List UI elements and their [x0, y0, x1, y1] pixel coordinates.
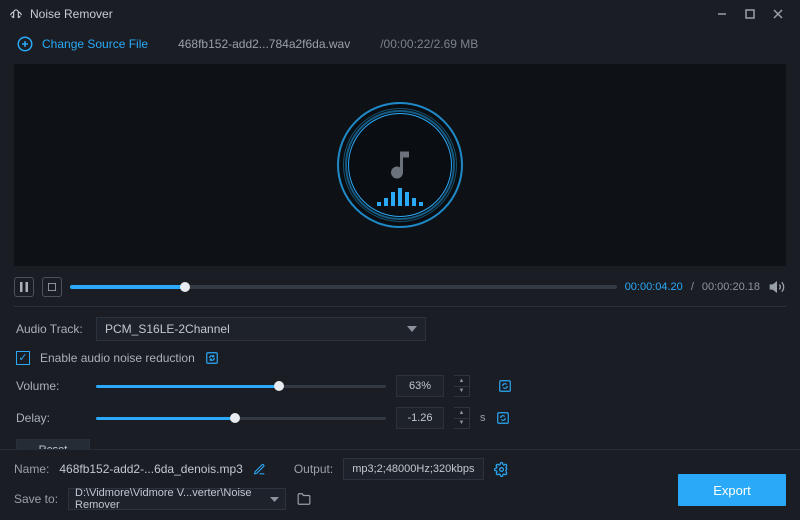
chevron-down-icon: [407, 326, 417, 332]
delay-label: Delay:: [16, 411, 86, 425]
delay-slider[interactable]: [96, 417, 386, 420]
delay-unit: s: [480, 412, 486, 424]
audio-track-label: Audio Track:: [16, 322, 86, 336]
time-total: 00:00:20.18: [702, 281, 760, 293]
titlebar: Noise Remover: [0, 0, 800, 28]
minimize-button[interactable]: [708, 0, 736, 28]
close-button[interactable]: [764, 0, 792, 28]
timeline-slider[interactable]: [70, 285, 617, 289]
export-button[interactable]: Export: [678, 474, 786, 506]
gear-icon[interactable]: [494, 462, 509, 477]
audio-track-select[interactable]: PCM_S16LE-2Channel: [96, 317, 426, 341]
time-current: 00:00:04.20: [625, 281, 683, 293]
audio-disc: [337, 102, 463, 228]
source-file-name: 468fb152-add2...784a2f6da.wav: [178, 37, 350, 51]
volume-slider[interactable]: [96, 385, 386, 388]
saveto-value: D:\Vidmore\Vidmore V...verter\Noise Remo…: [75, 487, 270, 511]
volume-stepper[interactable]: ▲▼: [454, 375, 470, 397]
pause-button[interactable]: [14, 277, 34, 297]
change-source-label: Change Source File: [42, 37, 148, 51]
audio-track-value: PCM_S16LE-2Channel: [105, 322, 230, 336]
app-icon: [8, 6, 24, 22]
equalizer-icon: [377, 188, 423, 206]
stepper-up-icon[interactable]: ▲: [454, 408, 469, 419]
volume-value[interactable]: 63%: [396, 375, 444, 397]
maximize-button[interactable]: [736, 0, 764, 28]
stepper-down-icon[interactable]: ▼: [454, 419, 469, 429]
change-source-button[interactable]: Change Source File: [16, 35, 148, 53]
delay-stepper[interactable]: ▲▼: [454, 407, 470, 429]
playback-controls: 00:00:04.20 / 00:00:20.18: [14, 272, 786, 302]
edit-icon[interactable]: [253, 463, 266, 476]
saveto-select[interactable]: D:\Vidmore\Vidmore V...verter\Noise Remo…: [68, 488, 286, 510]
app-title: Noise Remover: [30, 7, 113, 21]
source-file-meta: /00:00:22/2.69 MB: [380, 37, 478, 51]
sync-icon[interactable]: [205, 351, 219, 365]
volume-label: Volume:: [16, 379, 86, 393]
output-value: mp3;2;48000Hz;320kbps: [343, 458, 483, 480]
enable-noise-label: Enable audio noise reduction: [40, 351, 195, 365]
saveto-label: Save to:: [14, 492, 58, 506]
enable-noise-checkbox[interactable]: ✓: [16, 351, 30, 365]
preview-area: [14, 64, 786, 266]
stop-button[interactable]: [42, 277, 62, 297]
output-label: Output:: [294, 462, 333, 476]
folder-icon[interactable]: [296, 492, 312, 506]
chevron-down-icon: [270, 497, 279, 502]
stepper-up-icon[interactable]: ▲: [454, 376, 469, 387]
time-sep: /: [691, 281, 694, 293]
plus-circle-icon: [16, 35, 34, 53]
volume-icon[interactable]: [768, 279, 786, 295]
delay-sync-icon[interactable]: [496, 411, 510, 425]
stepper-down-icon[interactable]: ▼: [454, 387, 469, 397]
check-icon: ✓: [18, 353, 27, 364]
delay-value[interactable]: -1.26: [396, 407, 444, 429]
toolbar: Change Source File 468fb152-add2...784a2…: [0, 28, 800, 60]
settings-panel: Audio Track: PCM_S16LE-2Channel ✓ Enable…: [0, 307, 800, 465]
name-value: 468fb152-add2-...6da_denois.mp3: [59, 462, 242, 476]
volume-sync-icon[interactable]: [498, 379, 512, 393]
footer: Name: 468fb152-add2-...6da_denois.mp3 Ou…: [0, 449, 800, 520]
name-label: Name:: [14, 462, 49, 476]
